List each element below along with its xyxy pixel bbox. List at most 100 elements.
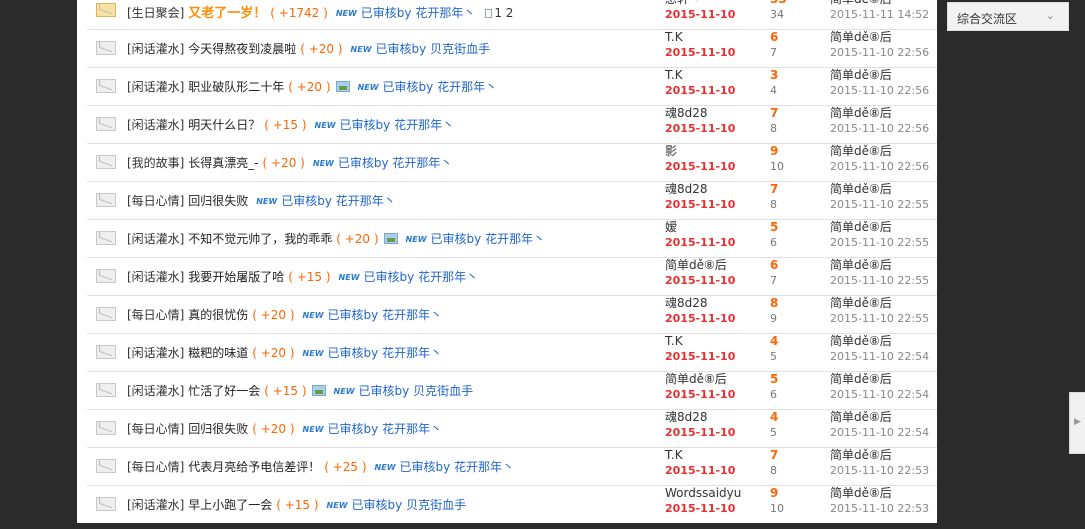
thread-title-link[interactable]: 不知不觉元帅了，我的乖乖	[188, 232, 332, 246]
author-name[interactable]: 魂8d28	[665, 295, 755, 311]
author-name[interactable]: 魂8d28	[665, 409, 755, 425]
author-name[interactable]: 嫒	[665, 219, 755, 235]
review-status-link[interactable]: 已审核by 花开那年丶	[328, 422, 443, 436]
review-status-link[interactable]: 已审核by 花开那年丶	[361, 6, 476, 20]
reply-view-counts: 9 10	[770, 143, 810, 175]
thread-title-link[interactable]: 明天什么日？	[188, 118, 260, 132]
last-post-time[interactable]: 2015-11-10 22:55	[830, 197, 937, 213]
thread-category[interactable]: [闲话灌水]	[127, 232, 184, 246]
thread-category[interactable]: [闲话灌水]	[127, 42, 184, 56]
last-post-time[interactable]: 2015-11-10 22:53	[830, 501, 937, 517]
thread-category[interactable]: [闲话灌水]	[127, 346, 184, 360]
author-name[interactable]: T.K	[665, 447, 755, 463]
author-name[interactable]: T.K	[665, 333, 755, 349]
thread-title-link[interactable]: 回归很失败	[188, 194, 248, 208]
review-status-link[interactable]: 已审核by 花开那年丶	[431, 232, 546, 246]
last-post-time[interactable]: 2015-11-10 22:56	[830, 45, 937, 61]
thread-category[interactable]: [闲话灌水]	[127, 384, 184, 398]
thread-author: 简单dě⑧后 2015-11-10	[665, 257, 755, 289]
last-poster[interactable]: 简单dě⑧后	[830, 409, 937, 425]
thread-category[interactable]: [闲话灌水]	[127, 118, 184, 132]
thread-title-link[interactable]: 今天得熬夜到凌晨啦	[188, 42, 296, 56]
author-name[interactable]: 想轩丶	[665, 0, 755, 7]
thread-title-link[interactable]: 又老了一岁！	[188, 6, 266, 21]
thread-title-link[interactable]: 回归很失败	[188, 422, 248, 436]
last-post-time[interactable]: 2015-11-10 22:53	[830, 463, 937, 479]
last-poster[interactable]: 简单dě⑧后	[830, 257, 937, 273]
thread-category[interactable]: [每日心情]	[127, 194, 184, 208]
review-status-link[interactable]: 已审核by 花开那年丶	[281, 194, 396, 208]
last-post-time[interactable]: 2015-11-10 22:55	[830, 235, 937, 251]
last-post-time[interactable]: 2015-11-10 22:56	[830, 159, 937, 175]
review-status-link[interactable]: 已审核by 花开那年丶	[340, 118, 455, 132]
last-poster[interactable]: 简单dě⑧后	[830, 333, 937, 349]
author-name[interactable]: 魂8d28	[665, 181, 755, 197]
author-name[interactable]: T.K	[665, 29, 755, 45]
last-poster[interactable]: 简单dě⑧后	[830, 371, 937, 387]
thread-title-link[interactable]: 长得真漂亮_-	[188, 156, 258, 170]
author-name[interactable]: 简单dě⑧后	[665, 257, 755, 273]
thread-category[interactable]: [闲话灌水]	[127, 80, 184, 94]
page-links[interactable]: 1 2	[485, 6, 513, 20]
thread-title-link[interactable]: 真的很忧伤	[188, 308, 248, 322]
thread-title-link[interactable]: 职业破队形二十年	[188, 80, 284, 94]
review-status-link[interactable]: 已审核by 贝克街血手	[352, 498, 467, 512]
thread-subject: [闲话灌水] 不知不觉元帅了，我的乖乖 ( +20 ) NEW 已审核by 花开那年丶	[127, 230, 545, 247]
review-status-link[interactable]: 已审核by 花开那年丶	[400, 460, 515, 474]
side-collapse-tab[interactable]: ▶	[1069, 392, 1085, 454]
last-post-time[interactable]: 2015-11-10 22:54	[830, 349, 937, 365]
thread-author: 想轩丶 2015-11-10	[665, 0, 755, 23]
author-name[interactable]: 魂8d28	[665, 105, 755, 121]
last-poster[interactable]: 简单dě⑧后	[830, 29, 937, 45]
author-name[interactable]: 影	[665, 143, 755, 159]
author-name[interactable]: Wordssaidyu	[665, 485, 755, 501]
review-status-link[interactable]: 已审核by 花开那年丶	[328, 308, 443, 322]
post-date: 2015-11-10	[665, 84, 736, 97]
last-poster[interactable]: 简单dě⑧后	[830, 143, 937, 159]
author-name[interactable]: 简单dě⑧后	[665, 371, 755, 387]
last-poster[interactable]: 简单dě⑧后	[830, 485, 937, 501]
thread-title-link[interactable]: 忙活了好一会	[188, 384, 260, 398]
thread-author: 嫒 2015-11-10	[665, 219, 755, 251]
last-poster[interactable]: 简单dě⑧后	[830, 105, 937, 121]
review-status-link[interactable]: 已审核by 花开那年丶	[364, 270, 479, 284]
last-poster[interactable]: 简单dě⑧后	[830, 219, 937, 235]
reward-points: ( +20 )	[288, 80, 331, 94]
new-badge: NEW	[374, 463, 396, 472]
thread-category[interactable]: [每日心情]	[127, 460, 184, 474]
review-status-link[interactable]: 已审核by 贝克街血手	[359, 384, 474, 398]
thread-title-link[interactable]: 早上小跑了一会	[188, 498, 272, 512]
page-numbers[interactable]: 1 2	[494, 6, 513, 20]
review-status-link[interactable]: 已审核by 花开那年丶	[328, 346, 443, 360]
thread-category[interactable]: [每日心情]	[127, 308, 184, 322]
review-status-link[interactable]: 已审核by 花开那年丶	[338, 156, 453, 170]
last-poster[interactable]: 简单dě⑧后	[830, 447, 937, 463]
thread-title-link[interactable]: 糍粑的味道	[188, 346, 248, 360]
thread-category[interactable]: [闲话灌水]	[127, 498, 184, 512]
last-poster[interactable]: 简单dě⑧后	[830, 67, 937, 83]
last-post-time[interactable]: 2015-11-10 22:56	[830, 121, 937, 137]
thread-title-link[interactable]: 我要开始屠版了哈	[188, 270, 284, 284]
last-post-time[interactable]: 2015-11-11 14:52	[830, 7, 937, 23]
new-badge: NEW	[302, 425, 324, 434]
envelope-icon	[96, 193, 116, 207]
last-post: 简单dě⑧后 2015-11-10 22:55	[830, 219, 937, 251]
last-post-time[interactable]: 2015-11-10 22:55	[830, 311, 937, 327]
thread-title-link[interactable]: 代表月亮给予电信差评！	[188, 460, 320, 474]
last-poster[interactable]: 简单dě⑧后	[830, 295, 937, 311]
last-post-time[interactable]: 2015-11-10 22:54	[830, 387, 937, 403]
last-poster[interactable]: 简单dě⑧后	[830, 0, 937, 7]
review-status-link[interactable]: 已审核by 贝克街血手	[376, 42, 491, 56]
thread-category[interactable]: [我的故事]	[127, 156, 184, 170]
new-badge: NEW	[333, 387, 355, 396]
last-poster[interactable]: 简单dě⑧后	[830, 181, 937, 197]
author-name[interactable]: T.K	[665, 67, 755, 83]
thread-category[interactable]: [生日聚会]	[127, 6, 184, 20]
thread-category[interactable]: [闲话灌水]	[127, 270, 184, 284]
last-post-time[interactable]: 2015-11-10 22:54	[830, 425, 937, 441]
last-post-time[interactable]: 2015-11-10 22:55	[830, 273, 937, 289]
thread-category[interactable]: [每日心情]	[127, 422, 184, 436]
last-post-time[interactable]: 2015-11-10 22:56	[830, 83, 937, 99]
review-status-link[interactable]: 已审核by 花开那年丶	[383, 80, 498, 94]
forum-select-dropdown[interactable]: 综合交流区 ⌄	[947, 2, 1069, 31]
